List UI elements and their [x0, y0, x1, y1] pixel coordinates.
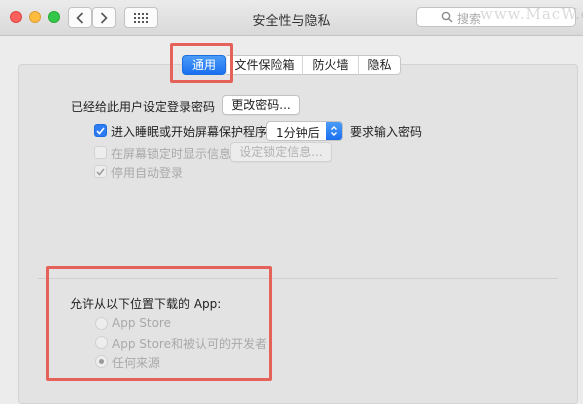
- checkmark-icon: [96, 168, 105, 176]
- change-password-button[interactable]: 更改密码...: [222, 95, 300, 115]
- show-message-checkbox[interactable]: [94, 146, 107, 159]
- require-password-label: 进入睡眠或开始屏幕保护程序: [111, 125, 268, 139]
- disable-auto-login-label: 停用自动登录: [111, 166, 184, 180]
- password-delay-select[interactable]: 1分钟后: [266, 121, 343, 141]
- chevron-updown-icon: [326, 122, 342, 140]
- set-lock-message-button[interactable]: 设定锁定信息...: [230, 142, 332, 162]
- search-placeholder: 搜索: [457, 12, 482, 26]
- tab-privacy[interactable]: 隐私: [359, 55, 401, 75]
- require-password-checkbox[interactable]: [94, 124, 107, 137]
- search-icon: [441, 11, 453, 23]
- tab-filevault[interactable]: 文件保险箱: [227, 55, 303, 75]
- checkmark-icon: [96, 126, 105, 135]
- highlight-box-downloads: [46, 266, 272, 381]
- search-input[interactable]: 搜索: [416, 7, 576, 27]
- require-password-suffix-label: 要求输入密码: [350, 125, 423, 139]
- password-delay-value: 1分钟后: [276, 126, 320, 140]
- show-message-label: 在屏幕锁定时显示信息: [111, 147, 232, 161]
- title-bar: 安全性与隐私 搜索 www.MacW.com: [0, 0, 583, 36]
- tab-firewall[interactable]: 防火墙: [303, 55, 359, 75]
- password-set-label: 已经给此用户设定登录密码: [71, 100, 216, 114]
- disable-auto-login-checkbox[interactable]: [94, 165, 107, 178]
- highlight-box-tab: [170, 43, 233, 83]
